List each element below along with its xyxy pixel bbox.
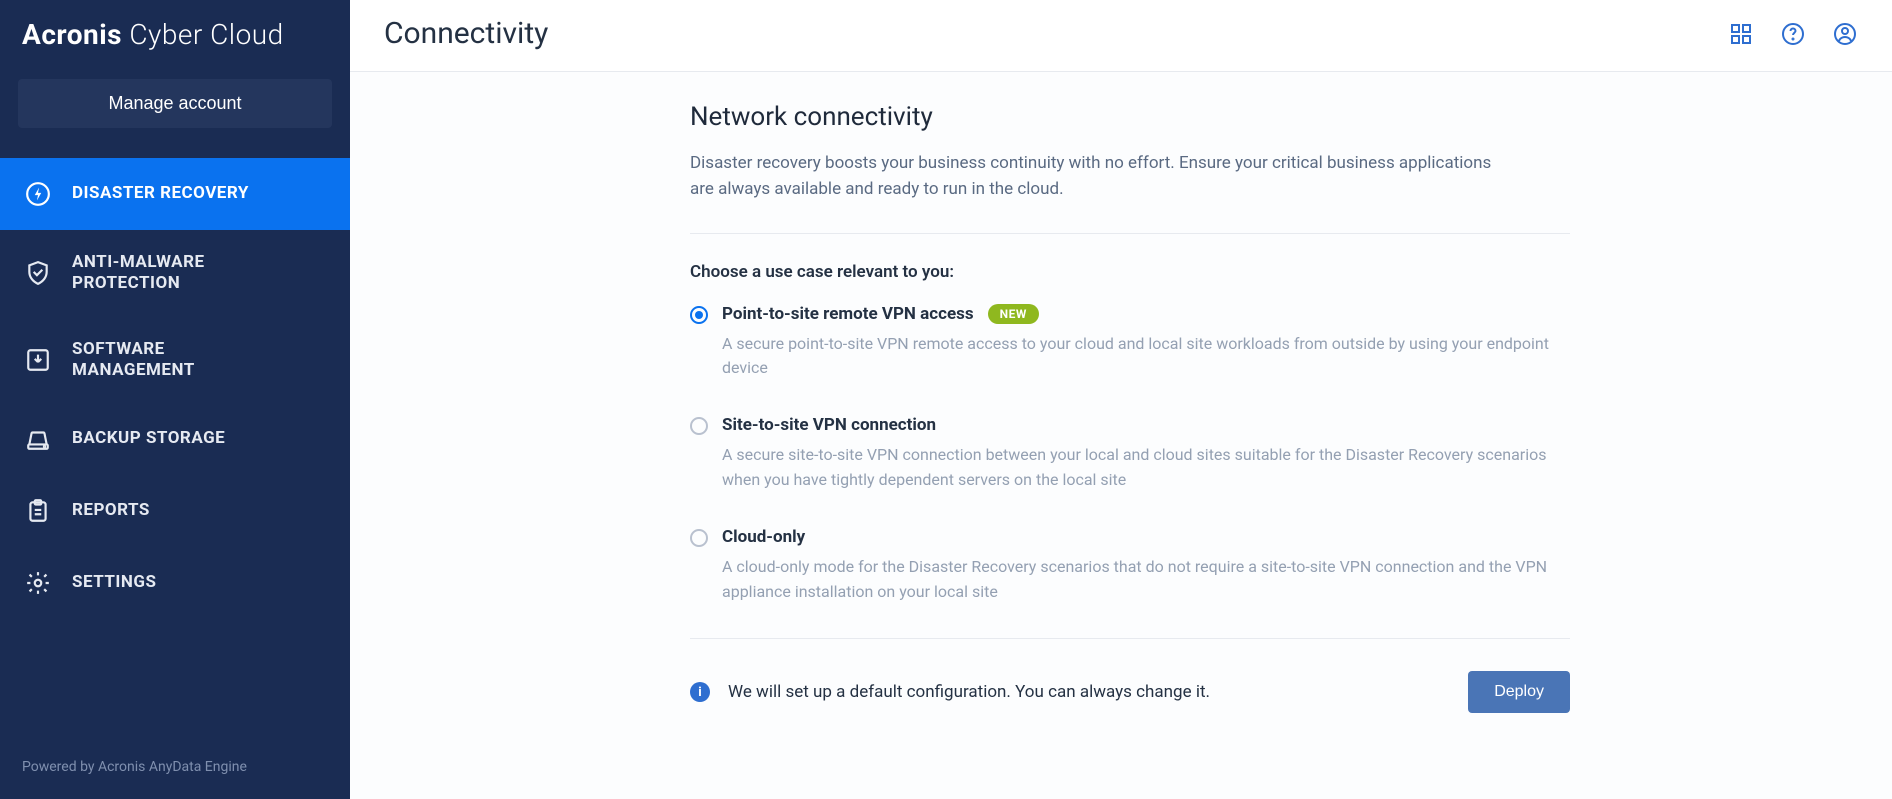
gear-icon [24,569,52,597]
sidebar-item-label: DISASTER RECOVERY [72,183,249,204]
option-description: A secure point-to-site VPN remote access… [722,332,1570,382]
bolt-icon [24,180,52,208]
clipboard-icon [24,497,52,525]
sidebar: Acronis Cyber Cloud Manage account DISAS… [0,0,350,799]
section-lead: Disaster recovery boosts your business c… [690,150,1510,203]
sidebar-item-reports[interactable]: REPORTS [0,475,350,547]
info-text: We will set up a default configuration. … [728,682,1210,702]
option-body: Point-to-site remote VPN access NEW A se… [722,304,1570,382]
divider [690,233,1570,234]
content-scroll[interactable]: Network connectivity Disaster recovery b… [350,72,1892,799]
info-icon: i [690,682,710,702]
sidebar-item-disaster-recovery[interactable]: DISASTER RECOVERY [0,158,350,230]
option-p2s-vpn[interactable]: Point-to-site remote VPN access NEW A se… [690,304,1570,382]
page-header: Connectivity [350,0,1892,72]
shield-icon [24,259,52,287]
footer-row: i We will set up a default configuration… [690,667,1570,713]
sidebar-item-label: SOFTWARE MANAGEMENT [72,339,292,382]
option-title: Point-to-site remote VPN access [722,304,974,324]
section-heading: Network connectivity [690,102,1590,132]
option-title: Site-to-site VPN connection [722,415,936,435]
powered-by-text: Powered by Acronis AnyData Engine [0,741,350,799]
content: Network connectivity Disaster recovery b… [690,72,1590,753]
choose-label: Choose a use case relevant to you: [690,262,1590,282]
sidebar-item-anti-malware[interactable]: ANTI-MALWARE PROTECTION [0,230,350,317]
header-actions [1728,21,1858,47]
help-icon[interactable] [1780,21,1806,47]
download-box-icon [24,346,52,374]
brand-bold: Acronis [22,18,122,51]
new-badge: NEW [988,304,1039,324]
divider [690,638,1570,639]
option-body: Site-to-site VPN connection A secure sit… [722,415,1570,493]
option-body: Cloud-only A cloud-only mode for the Dis… [722,527,1570,605]
option-title: Cloud-only [722,527,805,547]
sidebar-item-backup-storage[interactable]: BACKUP STORAGE [0,403,350,475]
main-area: Connectivity Network connectivity Disast… [350,0,1892,799]
disk-icon [24,425,52,453]
page-title: Connectivity [384,16,548,51]
option-description: A secure site-to-site VPN connection bet… [722,443,1570,493]
manage-account-button[interactable]: Manage account [18,79,332,128]
radio-icon [690,417,708,435]
sidebar-item-label: BACKUP STORAGE [72,428,225,449]
sidebar-item-software-management[interactable]: SOFTWARE MANAGEMENT [0,317,350,404]
deploy-button[interactable]: Deploy [1468,671,1570,713]
brand-light: Cyber Cloud [122,18,284,51]
sidebar-item-settings[interactable]: SETTINGS [0,547,350,619]
account-icon[interactable] [1832,21,1858,47]
sidebar-nav: DISASTER RECOVERY ANTI-MALWARE PROTECTIO… [0,158,350,741]
apps-grid-icon[interactable] [1728,21,1754,47]
sidebar-item-label: ANTI-MALWARE PROTECTION [72,252,292,295]
radio-icon [690,529,708,547]
radio-icon [690,306,708,324]
info-left: i We will set up a default configuration… [690,682,1210,702]
sidebar-item-label: SETTINGS [72,572,156,593]
option-s2s-vpn[interactable]: Site-to-site VPN connection A secure sit… [690,415,1570,493]
brand-logo: Acronis Cyber Cloud [0,0,350,69]
option-cloud-only[interactable]: Cloud-only A cloud-only mode for the Dis… [690,527,1570,605]
sidebar-item-label: REPORTS [72,500,150,521]
option-description: A cloud-only mode for the Disaster Recov… [722,555,1570,605]
